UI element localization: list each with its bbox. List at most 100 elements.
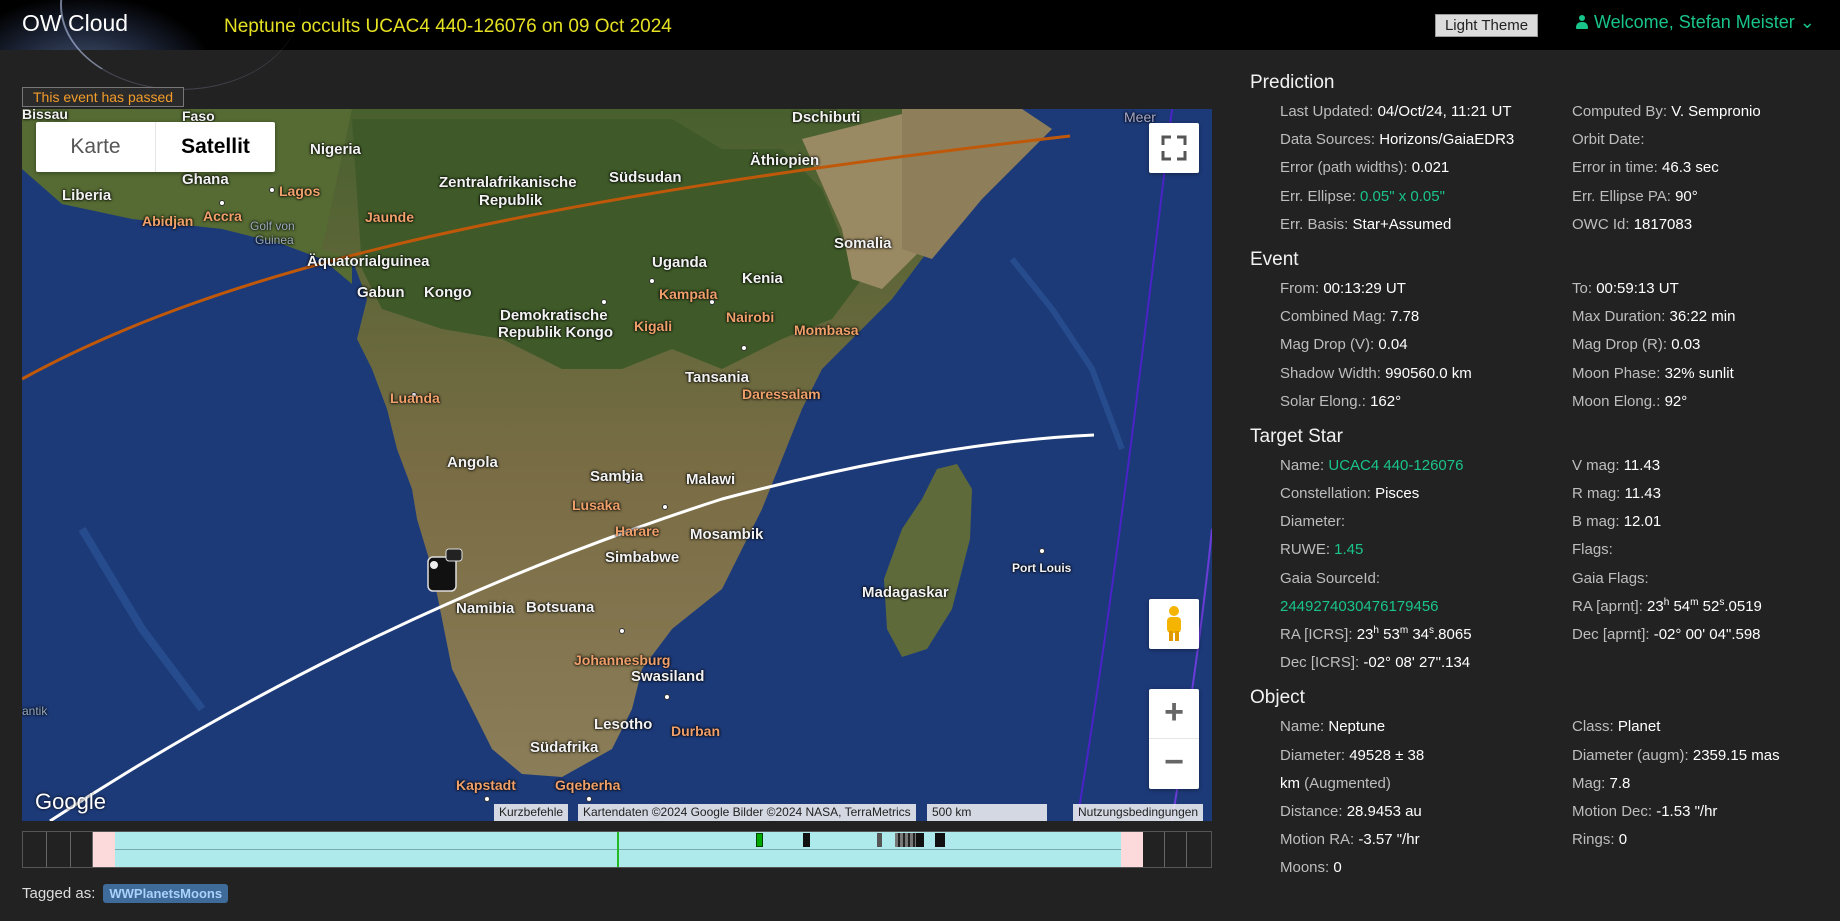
map-label-swasiland: Swasiland bbox=[631, 668, 705, 685]
detail-row: RA [aprnt]: 23h 54m 52s.0519 bbox=[1572, 596, 1762, 615]
timeline-cell bbox=[47, 832, 71, 867]
timeline-end-margin bbox=[1121, 832, 1143, 867]
map-label-zar2: Republik bbox=[479, 192, 543, 209]
event-timeline[interactable] bbox=[22, 831, 1212, 868]
timeline-cell bbox=[1143, 832, 1165, 867]
fullscreen-button[interactable] bbox=[1149, 123, 1199, 173]
details-panel: Prediction Last Updated: 04/Oct/24, 11:2… bbox=[1250, 62, 1830, 883]
detail-row: Name: UCAC4 440-126076 bbox=[1280, 456, 1464, 474]
map-type-control: Karte Satellit bbox=[36, 122, 275, 172]
timeline-cell bbox=[1187, 832, 1211, 867]
detail-row: Diameter: 49528 ± 38 bbox=[1280, 746, 1425, 764]
map-type-karte-button[interactable]: Karte bbox=[36, 122, 155, 172]
gaia-source-link[interactable]: 2449274030476179456 bbox=[1280, 598, 1439, 615]
map-scale[interactable]: 500 km bbox=[927, 804, 1047, 821]
map-label-ghana: Ghana bbox=[182, 171, 229, 188]
object-title: Object bbox=[1250, 687, 1305, 709]
map-label-golf: Golf von bbox=[250, 219, 295, 233]
brand-logo[interactable]: OW Cloud bbox=[0, 0, 300, 90]
map-label-nigeria: Nigeria bbox=[310, 141, 361, 158]
occultation-map[interactable]: Bissau Faso Nigeria Dschibuti Meer Zentr… bbox=[22, 109, 1212, 821]
event-grid: From: 00:13:29 UT To: 00:59:13 UT Combin… bbox=[1250, 275, 1830, 416]
map-label-abidjan: Abidjan bbox=[142, 213, 194, 229]
detail-row: Diameter: bbox=[1280, 513, 1346, 531]
user-menu[interactable]: Welcome, Stefan Meister ⌄ bbox=[1576, 12, 1815, 33]
timeline-event-dark bbox=[803, 833, 810, 847]
detail-row: To: 00:59:13 UT bbox=[1572, 279, 1679, 297]
map-label-aethiopien: Äthiopien bbox=[750, 152, 820, 169]
detail-row: Dec [ICRS]: -02° 08' 27".134 bbox=[1280, 654, 1471, 672]
map-label-golf2: Guinea bbox=[255, 233, 294, 247]
map-label-madagaskar: Madagaskar bbox=[862, 584, 949, 601]
map-label-namibia: Namibia bbox=[456, 600, 515, 617]
map-label-lesotho: Lesotho bbox=[594, 716, 653, 733]
map-label-bissau: Bissau bbox=[22, 109, 68, 122]
detail-row: Data Sources: Horizons/GaiaEDR3 bbox=[1280, 131, 1515, 149]
detail-row: Err. Basis: Star+Assumed bbox=[1280, 215, 1452, 233]
detail-row: Constellation: Pisces bbox=[1280, 485, 1420, 503]
fullscreen-icon bbox=[1161, 135, 1187, 161]
map-label-kongo: Kongo bbox=[424, 284, 472, 301]
detail-row: Dec [aprnt]: -02° 00' 04".598 bbox=[1572, 626, 1761, 643]
detail-row: Flags: bbox=[1572, 541, 1613, 559]
detail-row: Moon Phase: 32% sunlit bbox=[1572, 364, 1734, 382]
timeline-event-gray bbox=[895, 833, 917, 847]
detail-row: Moons: 0 bbox=[1280, 859, 1342, 877]
detail-row: km (Augmented) bbox=[1280, 774, 1391, 792]
map-label-kapstadt: Kapstadt bbox=[456, 777, 516, 793]
map-label-gqeberha: Gqeberha bbox=[555, 777, 621, 793]
detail-row: Error (path widths): 0.021 bbox=[1280, 159, 1450, 177]
timeline-event-green bbox=[756, 833, 763, 847]
error-ellipse-link[interactable]: 0.05" x 0.05" bbox=[1360, 188, 1445, 205]
brand-name[interactable]: OW Cloud bbox=[22, 10, 128, 37]
map-label-aequatorialguinea: Äquatorialguinea bbox=[307, 253, 430, 270]
map-label-gabun: Gabun bbox=[357, 284, 405, 301]
map-attribution: Kurzbefehle Kartendaten ©2024 Google Bil… bbox=[22, 803, 1212, 821]
timeline-cell bbox=[23, 832, 47, 867]
welcome-text: Welcome, Stefan Meister ⌄ bbox=[1594, 12, 1815, 32]
light-theme-button[interactable]: Light Theme bbox=[1435, 14, 1538, 37]
detail-row bbox=[1572, 649, 1840, 677]
timeline-cell bbox=[71, 832, 93, 867]
detail-row: Solar Elong.: 162° bbox=[1280, 392, 1402, 410]
zoom-in-button[interactable]: + bbox=[1149, 689, 1199, 739]
pegman-icon bbox=[1167, 606, 1181, 641]
detail-row: Computed By: V. Sempronio bbox=[1572, 103, 1761, 120]
map-label-dschibuti: Dschibuti bbox=[792, 109, 861, 126]
ruwe-link[interactable]: 1.45 bbox=[1334, 541, 1363, 558]
detail-row: Mag: 7.8 bbox=[1572, 774, 1631, 792]
detail-row: OWC Id: 1817083 bbox=[1572, 215, 1693, 233]
map-label-antik: antik bbox=[22, 704, 48, 718]
tag-pill[interactable]: WWPlanetsMoons bbox=[103, 884, 229, 903]
detail-row: Err. Ellipse PA: 90° bbox=[1572, 187, 1698, 205]
detail-row: Moon Elong.: 92° bbox=[1572, 392, 1688, 410]
detail-row: 2449274030476179456 bbox=[1280, 593, 1572, 621]
zoom-out-button[interactable]: − bbox=[1149, 739, 1199, 789]
map-label-suedafrika: Südafrika bbox=[530, 739, 599, 756]
target-star-title: Target Star bbox=[1250, 425, 1343, 447]
star-name-link[interactable]: UCAC4 440-126076 bbox=[1328, 457, 1463, 474]
map-label-johannesburg: Johannesburg bbox=[574, 652, 671, 668]
timeline-cell bbox=[1165, 832, 1187, 867]
map-label-port-louis: Port Louis bbox=[1012, 561, 1072, 575]
map-label-angola: Angola bbox=[447, 454, 498, 471]
map-label-lagos: Lagos bbox=[279, 183, 321, 199]
keyboard-shortcuts-link[interactable]: Kurzbefehle bbox=[494, 804, 569, 821]
map-label-lusaka: Lusaka bbox=[572, 497, 621, 513]
detail-row: Orbit Date: bbox=[1572, 131, 1645, 149]
detail-row: Shadow Width: 990560.0 km bbox=[1280, 364, 1472, 382]
detail-row: Combined Mag: 7.78 bbox=[1280, 308, 1420, 326]
map-type-satellite-button[interactable]: Satellit bbox=[155, 122, 275, 172]
tags-row: Tagged as: WWPlanetsMoons bbox=[22, 884, 229, 903]
detail-row: V mag: 11.43 bbox=[1572, 456, 1661, 474]
street-view-pegman-button[interactable] bbox=[1149, 599, 1199, 649]
map-label-drk2: Republik Kongo bbox=[498, 324, 613, 341]
map-label-accra: Accra bbox=[203, 208, 242, 224]
top-bar: OW Cloud Neptune occults UCAC4 440-12607… bbox=[0, 0, 1840, 90]
map-data-attribution[interactable]: Kartendaten ©2024 Google Bilder ©2024 NA… bbox=[578, 804, 916, 821]
detail-row: R mag: 11.43 bbox=[1572, 485, 1661, 503]
map-label-nairobi: Nairobi bbox=[726, 309, 775, 325]
map-label-mombasa: Mombasa bbox=[794, 322, 859, 338]
detail-row: Motion Dec: -1.53 "/hr bbox=[1572, 802, 1718, 820]
terms-link[interactable]: Nutzungsbedingungen bbox=[1073, 804, 1204, 821]
